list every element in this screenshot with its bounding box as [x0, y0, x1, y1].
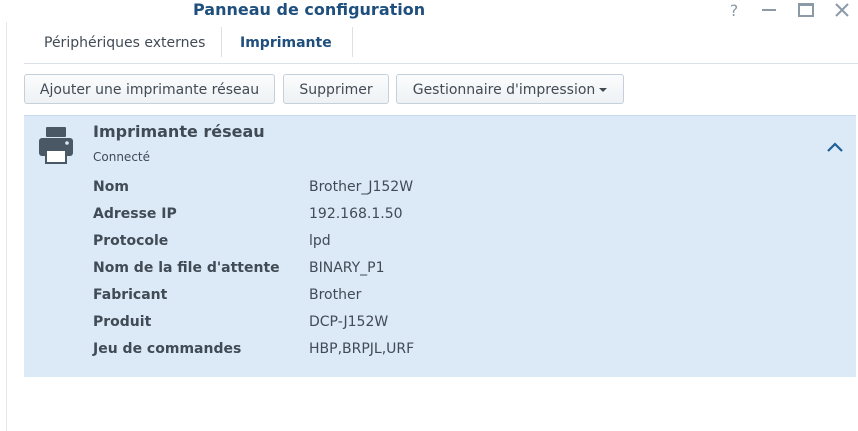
delete-button[interactable]: Supprimer [283, 74, 389, 104]
print-manager-label: Gestionnaire d'impression [412, 82, 596, 98]
detail-label: Adresse IP [93, 206, 177, 222]
detail-label: Fabricant [93, 287, 168, 303]
detail-label: Nom [93, 179, 129, 195]
detail-label: Produit [93, 314, 152, 330]
chevron-up-icon[interactable] [824, 138, 846, 156]
detail-label: Protocole [93, 233, 169, 249]
tab-separator [352, 27, 353, 57]
detail-label: Nom de la file d'attente [93, 260, 280, 276]
detail-row: Fabricant Brother [93, 284, 793, 311]
window-title: Panneau de configuration [193, 0, 426, 19]
close-icon[interactable] [830, 0, 854, 20]
printer-details: Nom Brother_J152W Adresse IP 192.168.1.5… [93, 176, 793, 365]
printer-status: Connecté [93, 150, 150, 164]
detail-row: Jeu de commandes HBP,BRPJL,URF [93, 338, 793, 365]
printer-panel: Imprimante réseau Connecté Nom Brother_J… [24, 115, 856, 377]
detail-value: Brother_J152W [309, 179, 414, 195]
detail-value: lpd [309, 233, 331, 249]
help-icon[interactable]: ? [722, 0, 746, 20]
tab-external-devices[interactable]: Périphériques externes [44, 27, 205, 59]
control-panel-window: Panneau de configuration ? Périphériques… [0, 0, 858, 431]
detail-row: Produit DCP-J152W [93, 311, 793, 338]
tab-printer[interactable]: Imprimante [240, 27, 332, 59]
minimize-icon[interactable] [757, 0, 781, 20]
print-manager-dropdown-button[interactable]: Gestionnaire d'impression [396, 74, 624, 104]
detail-row: Protocole lpd [93, 230, 793, 257]
window-left-border [6, 22, 7, 431]
detail-value: HBP,BRPJL,URF [309, 341, 415, 357]
add-network-printer-button[interactable]: Ajouter une imprimante réseau [24, 74, 275, 104]
detail-row: Adresse IP 192.168.1.50 [93, 203, 793, 230]
detail-row: Nom Brother_J152W [93, 176, 793, 203]
detail-value: BINARY_P1 [309, 260, 385, 276]
title-bar: Panneau de configuration ? [0, 0, 858, 22]
printer-icon [38, 126, 74, 164]
detail-label: Jeu de commandes [93, 341, 242, 357]
tab-bar: Périphériques externes Imprimante [24, 27, 858, 64]
detail-row: Nom de la file d'attente BINARY_P1 [93, 257, 793, 284]
detail-value: Brother [309, 287, 362, 303]
detail-value: DCP-J152W [309, 314, 389, 330]
tab-separator [221, 27, 222, 57]
printer-title: Imprimante réseau [93, 122, 265, 141]
caret-down-icon [599, 88, 608, 92]
detail-value: 192.168.1.50 [309, 206, 403, 222]
maximize-icon[interactable] [794, 0, 818, 20]
